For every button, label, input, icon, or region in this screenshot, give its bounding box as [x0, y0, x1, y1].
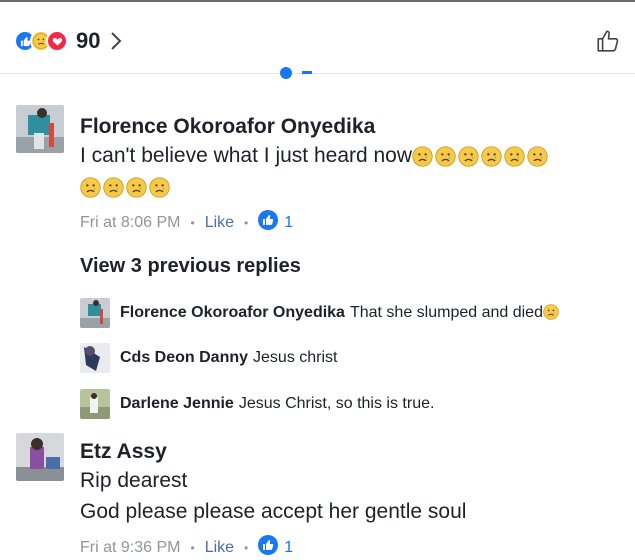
reactions-bar: 90: [0, 0, 635, 74]
chevron-right-icon[interactable]: [110, 31, 122, 51]
reaction-summary[interactable]: 90: [14, 28, 122, 54]
comment-meta: Fri at 9:36 PM • Like • 1: [80, 535, 293, 560]
like-count: 1: [284, 538, 294, 556]
reply-text: Jesus Christ, so this is true.: [238, 395, 435, 412]
like-badge-icon[interactable]: [258, 210, 279, 235]
comment-meta: Fri at 8:06 PM • Like • 1: [80, 210, 293, 235]
comment-time[interactable]: Fri at 9:36 PM: [80, 539, 180, 557]
comment-author[interactable]: Etz Assy: [80, 440, 167, 464]
reply-text: That she slumped and died: [349, 304, 543, 321]
separator-dot: •: [190, 215, 195, 230]
separator-dot: •: [244, 540, 249, 555]
avatar[interactable]: [16, 433, 64, 481]
love-icon: [46, 30, 68, 52]
reply-content: Cds Deon Danny Jesus christ: [120, 349, 337, 367]
avatar[interactable]: [80, 389, 110, 419]
avatar[interactable]: [16, 105, 64, 153]
comment-text: I can't believe what I just heard now: [80, 141, 550, 171]
comment-text: Rip dearest: [80, 469, 188, 492]
reply-author[interactable]: Darlene Jennie: [120, 395, 234, 412]
view-previous-replies-link[interactable]: View 3 previous replies: [80, 255, 301, 278]
avatar[interactable]: [80, 298, 110, 328]
sad-emoji-icon: [80, 175, 172, 198]
sad-emoji-icon: [543, 304, 559, 321]
comment-text-content: I can't believe what I just heard now: [80, 144, 413, 167]
separator-dot: •: [190, 540, 195, 555]
like-count: 1: [284, 213, 294, 231]
comment-author[interactable]: Florence Okoroafor Onyedika: [80, 115, 375, 139]
like-button[interactable]: Like: [205, 214, 234, 232]
reply-content: Florence Okoroafor Onyedika That she slum…: [120, 304, 559, 322]
comment-time[interactable]: Fri at 8:06 PM: [80, 214, 180, 232]
thumbs-up-outline-icon[interactable]: [595, 28, 621, 59]
reply-item: Cds Deon Danny Jesus christ: [80, 343, 337, 373]
like-button[interactable]: Like: [205, 539, 234, 557]
avatar[interactable]: [80, 343, 110, 373]
reply-author[interactable]: Cds Deon Danny: [120, 349, 248, 366]
comment-emoji-line: [80, 172, 172, 202]
reply-author[interactable]: Florence Okoroafor Onyedika: [120, 304, 345, 321]
comment-text: God please please accept her gentle soul: [80, 500, 467, 523]
separator-dot: •: [244, 215, 249, 230]
reply-item: Darlene Jennie Jesus Christ, so this is t…: [80, 389, 434, 419]
scroll-peek: [272, 66, 322, 84]
like-badge-icon[interactable]: [258, 535, 279, 560]
reaction-count: 90: [76, 28, 101, 53]
sad-emoji-icon: [412, 144, 550, 167]
reply-text: Jesus christ: [253, 349, 338, 366]
reply-item: Florence Okoroafor Onyedika That she slum…: [80, 298, 559, 328]
reply-content: Darlene Jennie Jesus Christ, so this is t…: [120, 395, 434, 413]
